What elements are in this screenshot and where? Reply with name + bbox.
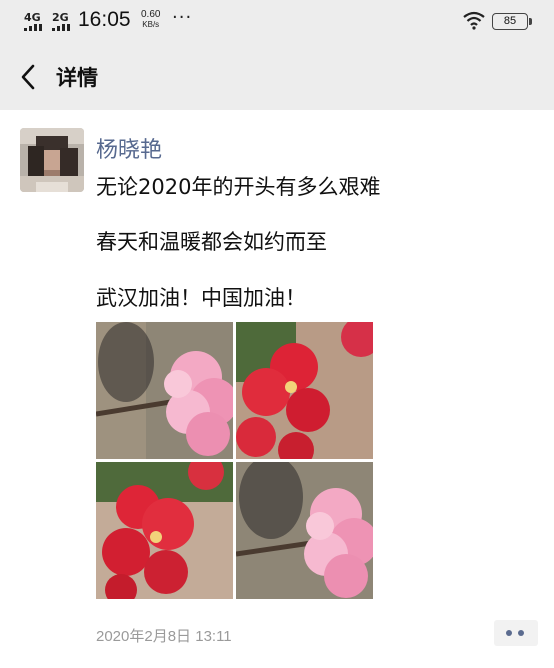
post-text-line: 武汉加油！中国加油！: [96, 286, 306, 310]
speed-unit: KB/s: [142, 20, 160, 29]
status-time: 16:05: [78, 8, 131, 31]
post-text-line: 春天和温暖都会如约而至: [96, 230, 327, 254]
author-name[interactable]: 杨晓艳: [96, 132, 162, 164]
post-timestamp: 2020年2月8日 13:11: [96, 628, 232, 645]
chevron-left-icon[interactable]: [16, 62, 42, 92]
page-title: 详情: [56, 66, 98, 90]
pink-blossom-photo[interactable]: [96, 322, 233, 459]
battery-icon: 85: [492, 13, 532, 30]
network-2g-indicator: 2G: [52, 11, 69, 24]
header-bar: 详情: [0, 44, 554, 110]
avatar[interactable]: [20, 128, 84, 192]
network-4g-indicator: 4G: [24, 11, 41, 24]
status-more: ···: [172, 7, 193, 28]
post-text-line: 无论2020年的开头有多么艰难: [96, 175, 381, 199]
wifi-icon: [463, 11, 485, 30]
red-blossom-photo[interactable]: [96, 462, 233, 599]
pink-blossom-photo[interactable]: [236, 462, 373, 599]
status-bar: 4G 2G 16:05 0.60 KB/s ··· 85: [0, 0, 554, 44]
signal-icon: [52, 24, 70, 31]
network-speed: 0.60 KB/s: [141, 10, 160, 30]
red-blossom-photo[interactable]: [236, 322, 373, 459]
signal-icon: [24, 24, 42, 31]
speed-value: 0.60: [141, 9, 161, 20]
more-dots-icon[interactable]: [494, 620, 538, 646]
